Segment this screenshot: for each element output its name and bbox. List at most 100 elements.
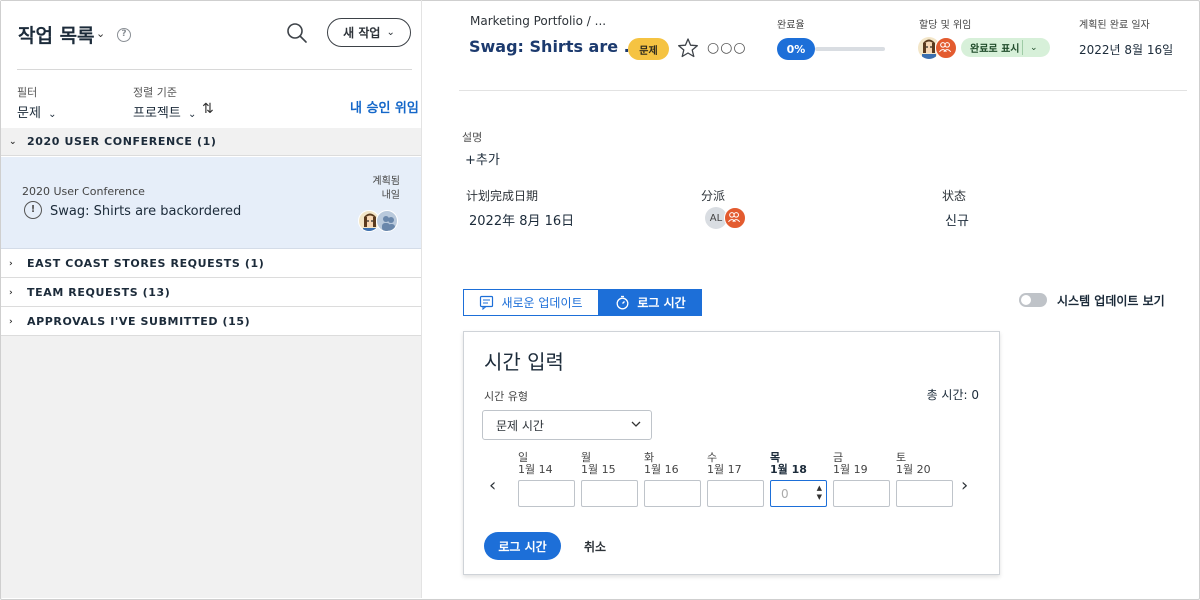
group-header[interactable]: › EAST COAST STORES REQUESTS (1) (1, 250, 422, 278)
tab-new-updates-label: 새로운 업데이트 (501, 296, 583, 310)
empty-list-area (1, 336, 422, 598)
day-column: 목 1월 18 0 ▲ ▼ (770, 452, 827, 507)
day-date: 1월 15 (581, 463, 616, 476)
sort-value: 프로젝트 (133, 106, 181, 121)
system-updates-label: 시스템 업데이트 보기 (1057, 294, 1165, 308)
hours-input[interactable] (581, 480, 638, 507)
group-label: EAST COAST STORES REQUESTS (1) (27, 257, 265, 270)
chevron-down-icon[interactable]: ⌄ (96, 27, 105, 40)
log-time-button[interactable]: 로그 시간 (484, 532, 561, 560)
day-date: 1월 19 (833, 463, 868, 476)
stepper-icon[interactable]: ▲ ▼ (817, 484, 822, 502)
filter-dropdown[interactable]: 문제 ⌄ (17, 102, 56, 121)
assign-field-label: 分派 (701, 189, 726, 203)
group-label: TEAM REQUESTS (13) (27, 286, 171, 299)
day-date: 1월 17 (707, 463, 742, 476)
team-avatar[interactable] (724, 207, 746, 229)
chevron-down-icon: ⌄ (48, 109, 57, 120)
task-list-title[interactable]: 작업 목록 (18, 21, 95, 48)
group-header[interactable]: › TEAM REQUESTS (13) (1, 279, 422, 307)
description-label: 설명 (462, 131, 483, 144)
day-column: 월 1월 15 (581, 452, 638, 507)
group-header[interactable]: › APPROVALS I'VE SUBMITTED (15) (1, 308, 422, 336)
task-list-panel: 작업 목록 ⌄ ? 새 작업 ⌄ 필터 문제 ⌄ 정렬 기준 프로젝트 ⌄ ⇅ … (1, 1, 422, 598)
divider (17, 69, 412, 70)
time-type-label: 시간 유형 (484, 390, 528, 403)
breadcrumb[interactable]: Marketing Portfolio / ... (470, 14, 606, 28)
mark-complete-button[interactable]: 완료로 표시 ⌄ (961, 38, 1050, 57)
group-label: 2020 USER CONFERENCE (1) (27, 135, 217, 148)
task-card[interactable]: 2020 User Conference ! Swag: Shirts are … (1, 157, 422, 249)
team-avatar[interactable] (935, 37, 957, 59)
planned-date-value[interactable]: 2022年 8月 16日 (469, 210, 574, 229)
more-options-icon[interactable]: ○○○ (707, 40, 747, 56)
status-field-value[interactable]: 신규 (945, 210, 969, 229)
filter-value: 문제 (17, 106, 41, 121)
filter-label: 필터 (17, 86, 38, 99)
task-title: Swag: Shirts are ... (469, 37, 642, 56)
tab-new-updates[interactable]: 새로운 업데이트 (463, 289, 599, 316)
cancel-button[interactable]: 취소 (584, 538, 606, 555)
day-date: 1월 20 (896, 463, 931, 476)
day-date: 1월 18 (770, 463, 807, 476)
day-date: 1월 16 (644, 463, 679, 476)
due-label: 계획된 완료 일자 (1079, 20, 1150, 31)
planned-date-label: 计划完成日期 (466, 189, 539, 203)
chevron-right-icon: › (9, 287, 14, 298)
chevron-down-icon: ⌄ (386, 27, 395, 38)
new-task-label: 새 작업 (343, 26, 381, 40)
time-type-value: 문제 시간 (496, 418, 544, 433)
day-column: 일 1월 14 (518, 452, 575, 507)
previous-week-icon[interactable]: ‹ (489, 475, 496, 496)
day-column: 수 1월 17 (707, 452, 764, 507)
help-icon[interactable]: ? (117, 28, 131, 42)
hours-input[interactable] (644, 480, 701, 507)
day-column: 토 1월 20 (896, 452, 953, 507)
task-name: Swag: Shirts are backordered (50, 204, 242, 219)
next-week-icon[interactable]: › (961, 475, 968, 496)
hours-input[interactable] (833, 480, 890, 507)
hours-value: 0 (781, 486, 789, 501)
comment-icon (480, 295, 494, 310)
system-updates-toggle[interactable] (1019, 293, 1047, 307)
group-header[interactable]: ⌄ 2020 USER CONFERENCE (1) (1, 128, 422, 156)
tab-log-time[interactable]: 로그 시간 (599, 289, 702, 316)
hours-input[interactable] (896, 480, 953, 507)
assign-label: 할당 및 위임 (919, 20, 972, 31)
time-type-select[interactable]: 문제 시간 (482, 410, 652, 440)
chevron-down-icon (631, 421, 641, 427)
time-entry-card: 시간 입력 시간 유형 총 시간: 0 문제 시간 ‹ › 일 1월 14 월 … (463, 331, 1000, 575)
team-avatar (376, 210, 398, 232)
completion-progress-bar (815, 47, 885, 51)
search-icon[interactable] (286, 22, 308, 44)
sort-direction-icon[interactable]: ⇅ (202, 101, 214, 117)
due-date: 2022년 8월 16일 (1079, 43, 1174, 57)
add-description-link[interactable]: +추가 (465, 149, 500, 168)
chevron-right-icon: › (9, 316, 14, 327)
star-icon[interactable] (677, 37, 699, 59)
hours-input[interactable]: 0 ▲ ▼ (770, 480, 827, 507)
tab-log-time-label: 로그 시간 (637, 296, 686, 310)
day-date: 1월 14 (518, 463, 553, 476)
group-label: APPROVALS I'VE SUBMITTED (15) (27, 315, 251, 328)
divider (459, 90, 1187, 91)
chevron-down-icon: ⌄ (187, 109, 197, 120)
stopwatch-icon (616, 295, 629, 310)
toggle-knob (1021, 295, 1031, 305)
issue-icon: ! (24, 201, 42, 219)
total-hours: 총 시간: 0 (926, 388, 979, 402)
hours-input[interactable] (518, 480, 575, 507)
approvals-delegation-link[interactable]: 내 승인 위임 (350, 97, 419, 116)
mark-complete-label: 완료로 표시 (961, 40, 1023, 55)
planned-line-1: 계획됨 (372, 176, 400, 187)
planned-line-2: 내일 (381, 190, 400, 201)
completion-badge[interactable]: 0% (777, 38, 815, 60)
type-badge: 문제 (628, 38, 669, 60)
new-task-button[interactable]: 새 작업 ⌄ (327, 18, 411, 47)
hours-input[interactable] (707, 480, 764, 507)
status-field-label: 状态 (942, 189, 967, 203)
day-column: 화 1월 16 (644, 452, 701, 507)
sort-dropdown[interactable]: 프로젝트 ⌄ (133, 102, 196, 121)
chevron-down-icon[interactable]: ⌄ (1023, 43, 1038, 53)
time-entry-title: 시간 입력 (484, 350, 564, 374)
